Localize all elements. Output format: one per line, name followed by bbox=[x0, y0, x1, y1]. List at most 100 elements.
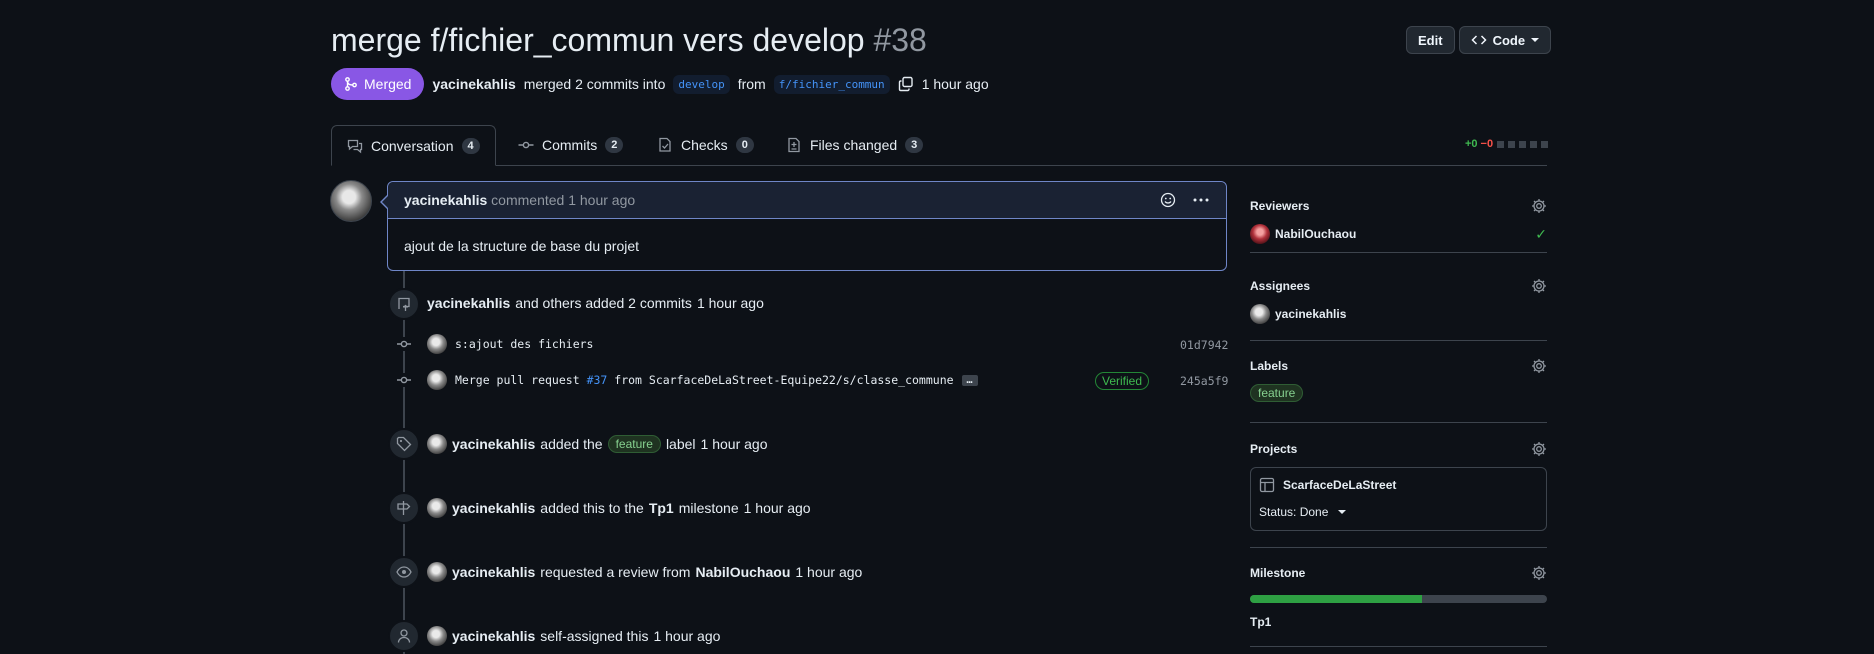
kebab-horizontal-icon[interactable] bbox=[1192, 192, 1210, 208]
tab-counter: 4 bbox=[461, 137, 480, 154]
diff-stat: +0 −0 bbox=[1465, 138, 1549, 150]
code-button[interactable]: Code bbox=[1458, 26, 1552, 54]
pr-title: merge f/fichier_commun vers develop bbox=[331, 22, 865, 58]
gear-icon[interactable] bbox=[1531, 278, 1547, 294]
header-actions: Edit Code bbox=[1406, 26, 1552, 54]
pr-link[interactable]: #37 bbox=[587, 373, 608, 387]
comment-author[interactable]: yacinekahlis bbox=[404, 192, 487, 208]
avatar[interactable] bbox=[427, 562, 447, 582]
merge-text: merged 2 commits into bbox=[523, 76, 666, 92]
divider bbox=[1250, 547, 1547, 548]
gear-icon[interactable] bbox=[1531, 358, 1547, 374]
milestone-link[interactable]: Tp1 bbox=[649, 500, 674, 516]
comment-meta: yacinekahlis commented 1 hour ago bbox=[404, 192, 635, 208]
edit-button[interactable]: Edit bbox=[1406, 26, 1455, 54]
comment-body: ajout de la structure de base du projet bbox=[404, 238, 640, 254]
tab-commits[interactable]: Commits 2 bbox=[503, 125, 638, 165]
smiley-icon[interactable] bbox=[1160, 192, 1176, 208]
milestone-item[interactable]: Tp1 bbox=[1250, 615, 1547, 629]
commit-message-pre: Merge pull request bbox=[455, 373, 580, 387]
timeline-badge bbox=[388, 492, 420, 524]
tab-label: Conversation bbox=[371, 137, 454, 154]
event-time[interactable]: 1 hour ago bbox=[653, 628, 720, 644]
avatar[interactable] bbox=[1250, 304, 1270, 324]
tag-icon bbox=[396, 436, 412, 452]
sidebar-reviewers: Reviewers NabilOuchaou ✓ bbox=[1250, 198, 1547, 244]
sidebar-milestone: Milestone Tp1 bbox=[1250, 565, 1547, 629]
milestone-progress bbox=[1250, 595, 1547, 603]
milestone-name[interactable]: Tp1 bbox=[1250, 615, 1271, 629]
event-author[interactable]: yacinekahlis bbox=[452, 564, 535, 580]
project-row[interactable]: ScarfaceDeLaStreet bbox=[1259, 477, 1538, 493]
avatar[interactable] bbox=[330, 180, 372, 222]
event-text: requested a review from bbox=[540, 564, 691, 580]
avatar[interactable] bbox=[427, 334, 447, 354]
event-time[interactable]: 1 hour ago bbox=[744, 500, 811, 516]
head-branch[interactable]: f/fichier_commun bbox=[773, 74, 890, 94]
expand-button[interactable]: … bbox=[961, 374, 978, 386]
reviewer-entry: NabilOuchaou bbox=[1250, 224, 1356, 244]
event-author[interactable]: yacinekahlis bbox=[452, 500, 535, 516]
tab-label: Commits bbox=[542, 137, 598, 153]
review-event: yacinekahlis requested a review from Nab… bbox=[427, 562, 862, 582]
commit-icon bbox=[397, 373, 411, 387]
gear-icon[interactable] bbox=[1531, 198, 1547, 214]
commit-sha[interactable]: 245a5f9 bbox=[1180, 374, 1228, 388]
reviewer-name[interactable]: NabilOuchaou bbox=[1275, 227, 1356, 241]
base-branch[interactable]: develop bbox=[673, 74, 730, 94]
label-badge[interactable]: feature bbox=[607, 435, 661, 453]
event-time[interactable]: 1 hour ago bbox=[795, 564, 862, 580]
assignee-item[interactable]: yacinekahlis bbox=[1250, 304, 1547, 324]
sidebar-heading: Reviewers bbox=[1250, 199, 1310, 213]
assignee-name[interactable]: yacinekahlis bbox=[1275, 307, 1346, 321]
gear-icon[interactable] bbox=[1531, 565, 1547, 581]
avatar[interactable] bbox=[427, 434, 447, 454]
pr-meta: Merged yacinekahlis merged 2 commits int… bbox=[331, 68, 989, 100]
event-time[interactable]: 1 hour ago bbox=[697, 295, 764, 311]
author-link[interactable]: yacinekahlis bbox=[432, 76, 515, 92]
commit-message[interactable]: s:ajout des fichiers bbox=[455, 337, 593, 351]
repo-push-icon bbox=[398, 297, 410, 311]
project-status[interactable]: Status: Done bbox=[1259, 505, 1538, 519]
divider bbox=[1250, 252, 1547, 253]
commit-icon bbox=[397, 337, 411, 351]
reviewer-link[interactable]: NabilOuchaou bbox=[695, 564, 790, 580]
verified-badge[interactable]: Verified bbox=[1095, 372, 1150, 390]
diffstat-block bbox=[1519, 140, 1527, 148]
event-author[interactable]: yacinekahlis bbox=[452, 436, 535, 452]
reviewer-item[interactable]: NabilOuchaou ✓ bbox=[1250, 224, 1547, 244]
copy-icon[interactable] bbox=[898, 76, 914, 92]
avatar[interactable] bbox=[1250, 224, 1270, 244]
label-badge[interactable]: feature bbox=[1250, 384, 1304, 402]
tab-files-changed[interactable]: Files changed 3 bbox=[771, 125, 938, 165]
commit-message[interactable]: Merge pull request #37 from ScarfaceDeLa… bbox=[455, 373, 954, 387]
person-icon bbox=[397, 629, 411, 643]
divider bbox=[1250, 422, 1547, 423]
tab-conversation[interactable]: Conversation 4 bbox=[331, 125, 496, 166]
tab-checks[interactable]: Checks 0 bbox=[642, 125, 769, 165]
comment-time[interactable]: 1 hour ago bbox=[568, 192, 635, 208]
avatar[interactable] bbox=[427, 370, 447, 390]
commit-sha[interactable]: 01d7942 bbox=[1180, 338, 1228, 352]
sidebar-assignees: Assignees yacinekahlis bbox=[1250, 278, 1547, 324]
event-author[interactable]: yacinekahlis bbox=[452, 628, 535, 644]
comment-discussion-icon bbox=[347, 139, 363, 153]
commit-row: Merge pull request #37 from ScarfaceDeLa… bbox=[427, 370, 978, 390]
eye-icon bbox=[396, 566, 412, 578]
avatar[interactable] bbox=[427, 626, 447, 646]
event-time[interactable]: 1 hour ago bbox=[701, 436, 768, 452]
sidebar-heading: Projects bbox=[1250, 442, 1298, 456]
commit-icon bbox=[518, 141, 534, 149]
comment-pointer-inner bbox=[382, 195, 389, 209]
project-name[interactable]: ScarfaceDeLaStreet bbox=[1283, 478, 1396, 492]
gear-icon[interactable] bbox=[1531, 441, 1547, 457]
file-diff-icon bbox=[788, 137, 800, 153]
event-author[interactable]: yacinekahlis bbox=[427, 295, 510, 311]
project-card: ScarfaceDeLaStreet Status: Done bbox=[1250, 467, 1547, 531]
pull-request-page: merge f/fichier_commun vers develop #38 … bbox=[0, 0, 1874, 654]
avatar[interactable] bbox=[427, 498, 447, 518]
tab-counter: 0 bbox=[735, 137, 754, 153]
label-event: yacinekahlis added the feature label 1 h… bbox=[427, 434, 767, 454]
event-text: added this to the bbox=[540, 500, 644, 516]
code-button-label: Code bbox=[1492, 32, 1526, 48]
